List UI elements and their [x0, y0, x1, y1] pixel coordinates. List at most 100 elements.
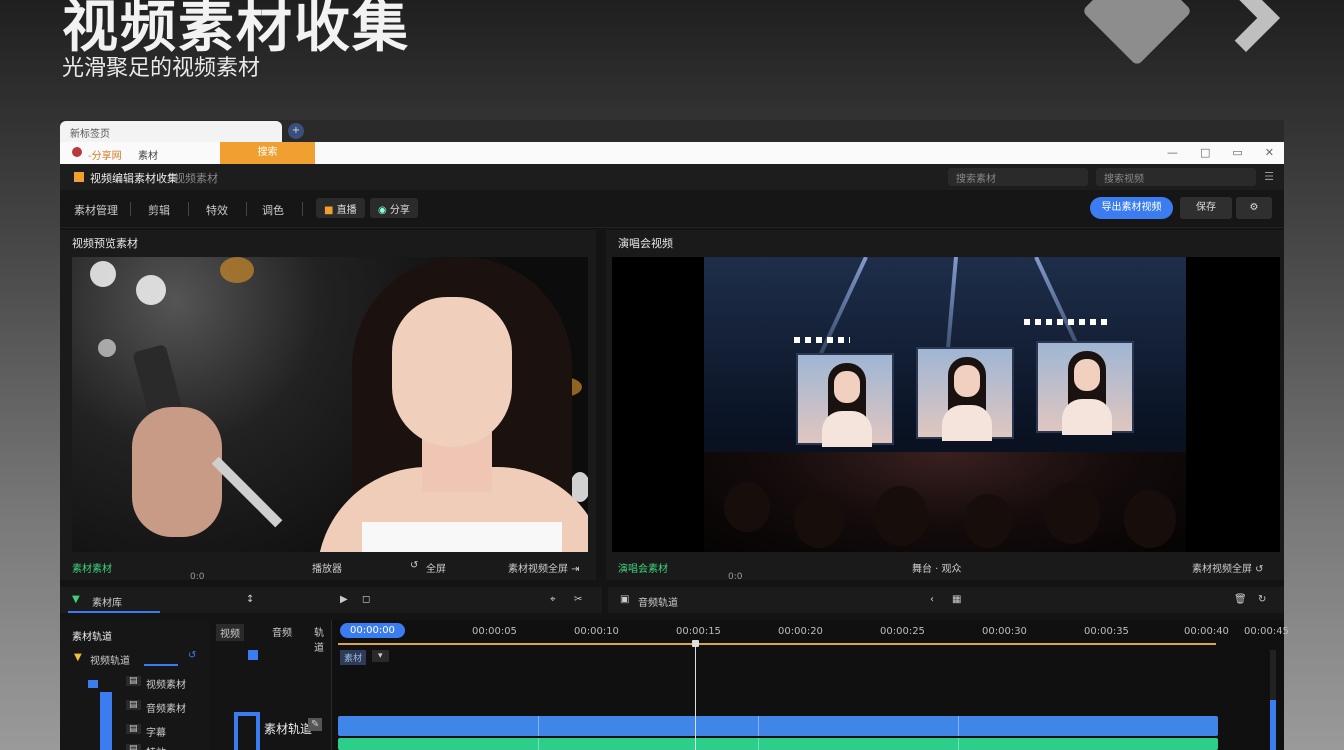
- grid-icon[interactable]: ▦: [952, 594, 961, 605]
- stick-shape: [211, 456, 283, 528]
- track-chip-arrow-icon[interactable]: ▾: [372, 650, 389, 662]
- sidebar-item-effects[interactable]: 特效: [146, 744, 166, 750]
- ruler-tick-label: 00:00:40: [1184, 626, 1229, 637]
- split-icon[interactable]: ↕: [246, 594, 254, 605]
- timeline-toolbar-right: ▣ 音频轨道 ‹ ▦ 🗑 ↻: [608, 587, 1284, 613]
- clip-divider: [758, 716, 759, 736]
- audio-clip[interactable]: [338, 738, 1218, 750]
- playhead-handle[interactable]: [692, 640, 699, 647]
- new-tab-icon[interactable]: +: [288, 123, 304, 139]
- link-icon[interactable]: ↺: [188, 650, 196, 661]
- minimize-icon[interactable]: —: [1167, 146, 1178, 159]
- right-footer-fullscreen[interactable]: 素材视频全屏 ↺: [1192, 560, 1264, 575]
- toolbar-divider: [246, 202, 247, 216]
- toolbar-divider: [302, 202, 303, 216]
- performer-face-shape: [954, 365, 980, 397]
- browser-tab[interactable]: 新标签页: [60, 121, 282, 142]
- share-chip-label: 分享: [389, 205, 410, 216]
- toolbar-item-effects[interactable]: 特效: [206, 202, 228, 218]
- back-icon[interactable]: ‹: [930, 594, 934, 605]
- right-time-readout: 0:0: [728, 572, 743, 582]
- bokeh-light: [98, 339, 116, 357]
- left-footer-fullscreen[interactable]: 全屏: [426, 560, 446, 575]
- stage-screen: [796, 353, 894, 447]
- redo-icon[interactable]: ↻: [1258, 594, 1266, 605]
- right-preview-panel: 演唱会视频 演唱会素材 舞台 · 观众 素材视频全屏 ↺ 0:0: [606, 230, 1284, 582]
- bokeh-light: [220, 257, 254, 283]
- timeline-ruler[interactable]: 00:00:00 00:00:05 00:00:10 00:00:15 00:0…: [332, 620, 1289, 644]
- light-row: [794, 337, 850, 343]
- save-button[interactable]: 保存: [1180, 197, 1232, 219]
- maximize-icon[interactable]: □: [1200, 146, 1210, 159]
- playhead[interactable]: [695, 640, 696, 750]
- ruler-tick-label: 00:00:45: [1244, 626, 1289, 637]
- track-marker: [88, 680, 98, 688]
- ruler-active-time[interactable]: 00:00:00: [340, 623, 405, 638]
- toolbar-item-color[interactable]: 调色: [262, 202, 284, 218]
- sidebar-item-icon: ▤: [126, 724, 141, 734]
- performer-body-shape: [942, 405, 992, 441]
- right-video-frame[interactable]: [612, 257, 1280, 552]
- hand-shape: [132, 407, 222, 537]
- assets-library-label[interactable]: 素材库: [92, 594, 122, 609]
- track-chip[interactable]: 素材: [340, 650, 367, 665]
- scrollbar[interactable]: [1270, 650, 1276, 750]
- ruler-tick-label: 00:00:35: [1084, 626, 1129, 637]
- sidebar-item-subtitle[interactable]: 字幕: [146, 724, 166, 739]
- audio-icon: ▣: [620, 594, 630, 605]
- left-video-frame[interactable]: [72, 257, 588, 552]
- stage-screen: [1036, 341, 1134, 435]
- address-search-button[interactable]: 搜索: [220, 142, 315, 164]
- timeline-sidebar: 素材轨道 ▼ 视频轨道 ↺ ▤ 视频素材 ▤ 音频素材 ▤ 字幕 ▤ 特效: [60, 620, 210, 750]
- clip-divider: [538, 716, 539, 736]
- stage-screen: [916, 347, 1014, 441]
- share-chip[interactable]: ◉ 分享: [370, 198, 418, 218]
- crowd-head: [874, 486, 928, 546]
- left-footer-refresh-icon[interactable]: ↺: [410, 560, 418, 571]
- ruler-tick-label: 00:00:30: [982, 626, 1027, 637]
- sidebar-item-video[interactable]: 视频素材: [146, 676, 186, 691]
- cut-icon[interactable]: ✂: [574, 594, 582, 605]
- col-header-video[interactable]: 视频: [216, 624, 244, 641]
- target-icon[interactable]: ⌖: [550, 594, 556, 605]
- sidebar-title: 素材轨道: [72, 632, 112, 643]
- performer-body-shape: [822, 411, 872, 447]
- close-icon[interactable]: ✕: [1265, 146, 1274, 159]
- app-logo-icon: [74, 172, 84, 182]
- toolbar-item-edit[interactable]: 剪辑: [148, 202, 170, 218]
- right-footer-stage: 舞台 · 观众: [912, 564, 962, 575]
- col-header-track[interactable]: 轨道: [314, 624, 331, 654]
- trash-icon[interactable]: 🗑: [1234, 594, 1247, 605]
- toolbar-item-assets[interactable]: 素材管理: [74, 202, 118, 218]
- dress-shape: [362, 522, 562, 552]
- address-bar[interactable]: -分享网 素材 搜索 — □ ▭ ✕: [60, 142, 1284, 164]
- clip-divider: [538, 738, 539, 750]
- audio-track-label[interactable]: 音频轨道: [638, 594, 678, 609]
- scrollbar-thumb[interactable]: [1270, 700, 1276, 750]
- settings-icon[interactable]: ⚙: [1236, 197, 1272, 219]
- menu-icon[interactable]: ☰: [1264, 170, 1274, 183]
- performer-face-shape: [834, 371, 860, 403]
- toolbar-divider: [188, 202, 189, 216]
- col-header-audio[interactable]: 音频: [272, 624, 292, 639]
- group-toggle-icon[interactable]: ▼: [74, 652, 82, 663]
- search-input[interactable]: 搜索素材: [948, 168, 1088, 186]
- assets-icon: ▼: [72, 594, 80, 605]
- play-icon[interactable]: ▶: [340, 594, 348, 605]
- crop-icon[interactable]: ◻: [362, 594, 370, 605]
- video-clip[interactable]: [338, 716, 1218, 736]
- sidebar-item-audio[interactable]: 音频素材: [146, 700, 186, 715]
- live-chip-label: 直播: [336, 205, 357, 216]
- search-input-secondary[interactable]: 搜索视频: [1096, 168, 1256, 186]
- restore-icon[interactable]: ▭: [1232, 146, 1242, 159]
- sidebar-group[interactable]: 视频轨道: [90, 652, 130, 667]
- track-area[interactable]: 00:00:00 00:00:05 00:00:10 00:00:15 00:0…: [332, 620, 1289, 750]
- ruler-progress-line: [338, 643, 1216, 645]
- col-marker: [248, 650, 258, 660]
- left-footer-fullscreen-full[interactable]: 素材视频全屏 ⇥: [508, 560, 580, 575]
- live-chip[interactable]: ■ 直播: [316, 198, 365, 218]
- col-bottom-icon[interactable]: ✎: [308, 718, 323, 731]
- col-waveform: [234, 712, 260, 750]
- toolbar-divider: [130, 202, 131, 216]
- export-button[interactable]: 导出素材视频: [1090, 197, 1173, 219]
